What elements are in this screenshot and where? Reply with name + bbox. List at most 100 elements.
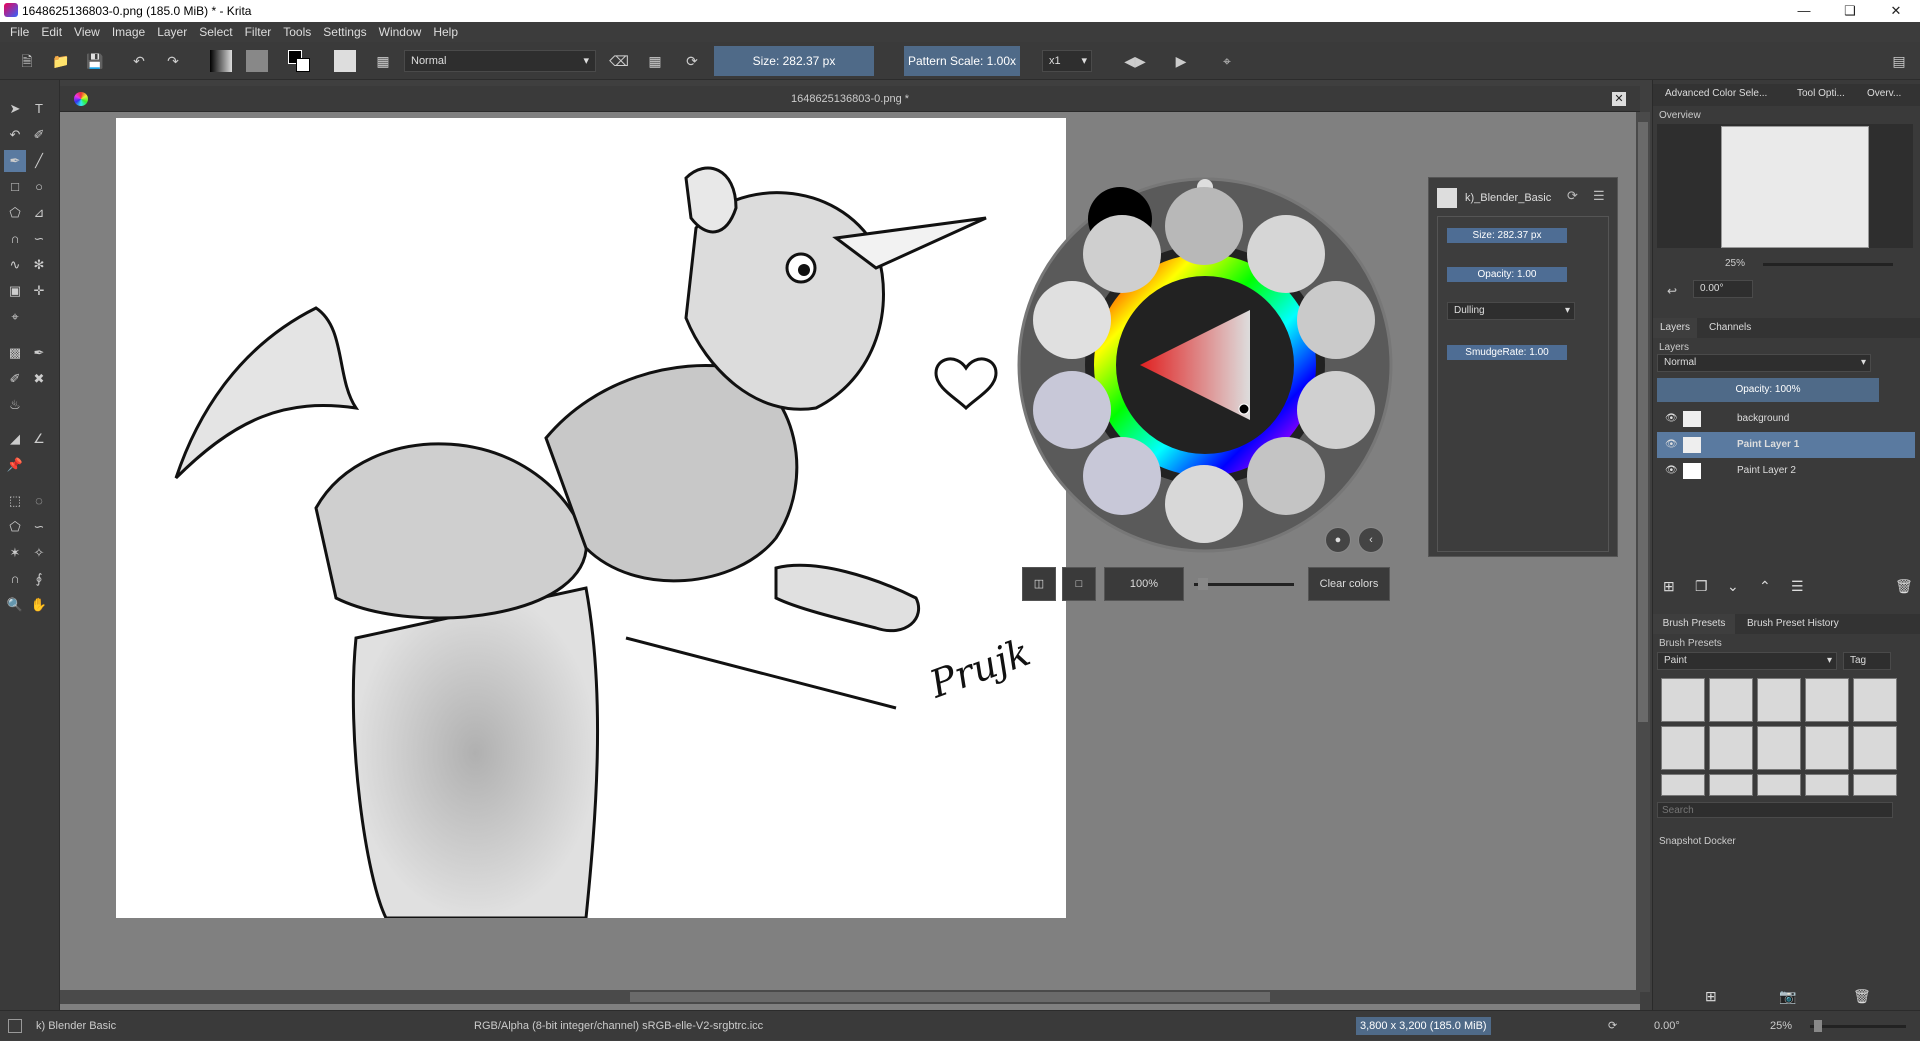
horizontal-scrollbar[interactable] [60, 990, 1640, 1004]
preset-slot-4[interactable] [1297, 281, 1375, 359]
menu-file[interactable]: File [10, 25, 29, 39]
popup-palette[interactable]: ● ‹ [1015, 175, 1395, 555]
bezier-tool-icon[interactable]: ∩ [4, 228, 26, 250]
dynamic-brush-icon[interactable]: ∿ [4, 254, 26, 276]
clear-colors-button[interactable]: Clear colors [1308, 567, 1390, 601]
document-tab[interactable]: 1648625136803-0.png * ✕ [60, 86, 1640, 112]
pattern-scale-slider[interactable]: Pattern Scale: 1.00x [904, 46, 1020, 76]
magnetic-select-icon[interactable]: ∮ [28, 568, 50, 590]
save-icon[interactable]: 💾 [84, 50, 106, 72]
multiplier-select[interactable]: x1 ▾ [1042, 50, 1092, 72]
brush-preset[interactable] [1853, 678, 1897, 722]
rect-select-icon[interactable]: ⬚ [4, 490, 26, 512]
fill-tool-icon[interactable]: ♨ [4, 394, 26, 416]
line-tool-icon[interactable]: ╱ [28, 150, 50, 172]
rotate-canvas-icon[interactable]: ⟳ [1608, 1011, 1617, 1041]
new-document-icon[interactable]: 🗎 [16, 50, 38, 72]
pattern-icon[interactable] [246, 50, 268, 72]
delete-layer-icon[interactable]: 🗑 [1895, 578, 1913, 595]
preset-slot-9[interactable] [1033, 371, 1111, 449]
brush-preset[interactable] [1661, 726, 1705, 770]
camera-icon[interactable]: 📷 [1779, 988, 1796, 1005]
tag-icon[interactable]: ● [1325, 527, 1351, 553]
layer-opacity-slider[interactable]: Opacity: 100% [1657, 378, 1879, 402]
collapse-icon[interactable]: ‹ [1358, 527, 1384, 553]
brush-preset[interactable] [1709, 678, 1753, 722]
crop-tool-icon[interactable]: ⌖ [4, 306, 26, 328]
transform-tool-icon[interactable]: ▣ [4, 280, 26, 302]
redo-icon[interactable]: ↷ [162, 50, 184, 72]
preset-slot-6[interactable] [1247, 437, 1325, 515]
status-colorspace[interactable]: RGB/Alpha (8-bit integer/channel) sRGB-e… [474, 1011, 763, 1041]
preset-slot-7[interactable] [1165, 465, 1243, 543]
layer-properties-icon[interactable]: ☰ [1791, 578, 1804, 595]
visibility-icon[interactable]: 👁 [1665, 406, 1678, 432]
gradient-icon[interactable] [210, 50, 232, 72]
brush-preset[interactable] [1805, 774, 1849, 796]
menu-view[interactable]: View [74, 25, 100, 39]
undo-icon[interactable]: ↶ [128, 50, 150, 72]
close-icon[interactable]: ✕ [1873, 0, 1919, 22]
brush-editor-icon[interactable]: ▦ [372, 50, 394, 72]
measure-tool-icon[interactable]: ∠ [28, 428, 50, 450]
reload-icon[interactable]: ⟳ [1567, 188, 1578, 204]
freehand-brush-icon[interactable]: ✒ [4, 150, 26, 172]
popup-zoom-button[interactable]: 100% [1104, 567, 1184, 601]
polygon-select-icon[interactable]: ⬠ [4, 516, 26, 538]
settings-icon[interactable]: ☰ [1593, 188, 1605, 204]
rectangle-tool-icon[interactable]: □ [4, 176, 26, 198]
maximize-icon[interactable]: ❑ [1827, 0, 1873, 22]
preset-slot-10[interactable] [1033, 281, 1111, 359]
preset-slot-8[interactable] [1083, 437, 1161, 515]
mirror-vertical-icon[interactable]: ▶ [1170, 50, 1192, 72]
menu-tools[interactable]: Tools [283, 25, 311, 39]
layer-blend-select[interactable]: Normal ▾ [1657, 354, 1871, 372]
brush-preset[interactable] [1661, 774, 1705, 796]
tab-layers[interactable]: Layers [1653, 318, 1697, 338]
brush-preset[interactable] [1757, 726, 1801, 770]
overview-rotation-field[interactable]: 0.00° [1693, 280, 1753, 298]
preset-slot-1[interactable] [1083, 215, 1161, 293]
menu-image[interactable]: Image [112, 25, 145, 39]
menu-help[interactable]: Help [433, 25, 458, 39]
minimize-icon[interactable]: — [1781, 0, 1827, 22]
menu-layer[interactable]: Layer [157, 25, 187, 39]
smudge-rate-slider[interactable]: SmudgeRate: 1.00 [1447, 345, 1567, 360]
reference-tool-icon[interactable]: 📌 [4, 454, 26, 476]
brush-preset[interactable] [1709, 774, 1753, 796]
tab-advanced-color[interactable]: Advanced Color Sele... [1665, 88, 1767, 99]
delete-snapshot-icon[interactable]: 🗑 [1853, 988, 1871, 1005]
select-shape-icon[interactable]: ➤ [4, 98, 26, 120]
brush-preset[interactable] [1853, 726, 1897, 770]
reload-preset-icon[interactable]: ⟳ [681, 50, 703, 72]
blend-mode-select[interactable]: Normal ▾ [404, 50, 596, 72]
polyline-tool-icon[interactable]: ⊿ [28, 202, 50, 224]
popup-opacity-slider[interactable]: Opacity: 1.00 [1447, 267, 1567, 282]
canvas[interactable]: Prujk [116, 118, 1066, 920]
tab-tool-options[interactable]: Tool Opti... [1797, 88, 1845, 99]
brush-preset[interactable] [1805, 726, 1849, 770]
open-icon[interactable]: 📁 [50, 50, 72, 72]
menu-window[interactable]: Window [379, 25, 422, 39]
visibility-icon[interactable]: 👁 [1665, 432, 1678, 458]
ellipse-tool-icon[interactable]: ○ [28, 176, 50, 198]
bezier-select-icon[interactable]: ∩ [4, 568, 26, 590]
tab-overview[interactable]: Overv... [1867, 88, 1901, 99]
mirror-view-icon[interactable]: ◫ [1022, 567, 1056, 601]
similar-select-icon[interactable]: ✧ [28, 542, 50, 564]
add-snapshot-icon[interactable]: ⊞ [1705, 988, 1717, 1005]
freehand-path-icon[interactable]: ∽ [28, 228, 50, 250]
freehand-select-icon[interactable]: ∽ [28, 516, 50, 538]
brush-preset[interactable] [1757, 678, 1801, 722]
color-picker-icon[interactable]: ✒ [28, 342, 50, 364]
layer-row[interactable]: 👁 Paint Layer 1 [1657, 432, 1915, 458]
close-document-icon[interactable]: ✕ [1612, 92, 1626, 106]
preset-slot-2[interactable] [1165, 187, 1243, 265]
ellipse-select-icon[interactable]: ◌ [28, 490, 50, 512]
polygon-tool-icon[interactable]: ⬠ [4, 202, 26, 224]
multibrush-icon[interactable]: ✻ [28, 254, 50, 276]
menu-edit[interactable]: Edit [41, 25, 62, 39]
duplicate-layer-icon[interactable]: ❐ [1695, 578, 1708, 595]
canvas-only-icon[interactable]: □ [1062, 567, 1096, 601]
brush-preset[interactable] [1661, 678, 1705, 722]
